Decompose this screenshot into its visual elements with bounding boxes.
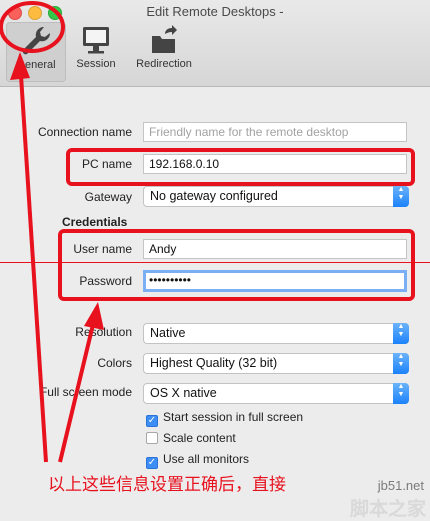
watermark-site: jb51.net xyxy=(377,478,424,493)
arrowhead-icon xyxy=(10,52,30,80)
arrowhead-icon xyxy=(84,302,104,330)
watermark-brand: 脚本之家 xyxy=(349,499,426,520)
annotation-caption: 以上这些信息设置正确后，直接 xyxy=(48,475,286,494)
edit-remote-desktops-window: Edit Remote Desktops - General Session R… xyxy=(0,0,430,520)
annotation-arrow-to-close xyxy=(18,59,48,463)
annotation-circle-close xyxy=(0,1,65,53)
annotation-arrows xyxy=(0,1,104,463)
annotation-arrow-to-credentials xyxy=(58,311,98,463)
